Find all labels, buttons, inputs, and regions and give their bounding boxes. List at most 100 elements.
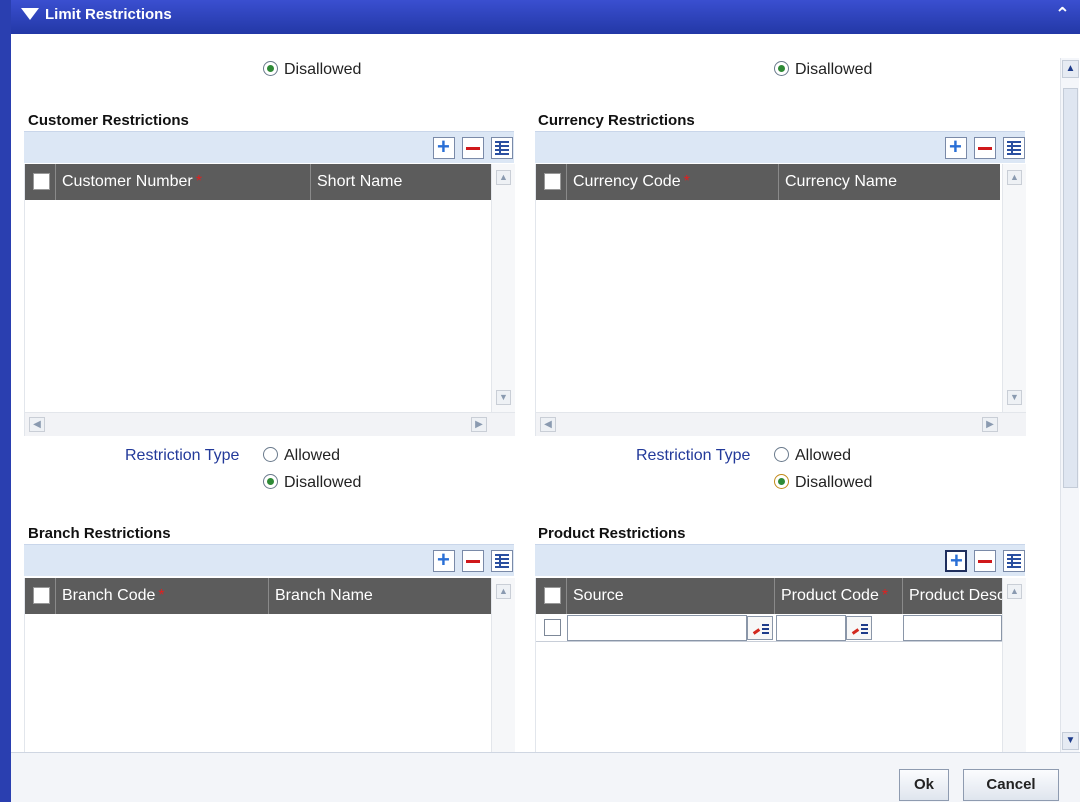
add-row-button[interactable] <box>433 134 455 160</box>
single-view-button[interactable] <box>491 550 513 572</box>
product-code-input[interactable] <box>776 615 846 641</box>
column-label: Branch Code <box>62 587 156 604</box>
column-branch-code[interactable]: Branch Code * <box>55 578 268 614</box>
scroll-right-icon[interactable]: ▶ <box>471 417 487 432</box>
add-row-button[interactable] <box>433 547 455 573</box>
column-currency-name[interactable]: Currency Name <box>778 164 1000 200</box>
window-frame <box>0 0 11 802</box>
grid-vertical-scrollbar[interactable]: ▲ <box>491 578 515 752</box>
branch-toolbar <box>24 544 514 576</box>
customer-grid: Customer Number * Short Name ▲ ▼ ◀ ▶ <box>24 164 515 436</box>
scroll-up-icon[interactable]: ▲ <box>1062 60 1079 78</box>
radio-selected-icon[interactable] <box>774 474 789 489</box>
grid-vertical-scrollbar[interactable]: ▲ <box>1002 578 1026 752</box>
delete-row-button[interactable] <box>974 550 996 572</box>
column-branch-name[interactable]: Branch Name <box>268 578 491 614</box>
grid-vertical-scrollbar[interactable]: ▲ ▼ <box>491 164 515 412</box>
scroll-left-icon[interactable]: ◀ <box>29 417 45 432</box>
select-all-checkbox[interactable] <box>33 173 50 190</box>
table-row <box>536 614 1002 642</box>
column-label: Branch Name <box>275 587 373 604</box>
radio-selected-icon[interactable] <box>263 61 278 76</box>
delete-row-button[interactable] <box>462 550 484 572</box>
grid-horizontal-scrollbar[interactable]: ◀ ▶ <box>25 412 515 436</box>
currency-restrictions-title: Currency Restrictions <box>538 112 695 129</box>
scroll-up-icon[interactable]: ▲ <box>496 584 511 599</box>
radio-unselected-icon[interactable] <box>774 447 789 462</box>
add-row-button[interactable] <box>945 548 967 574</box>
option-label: Disallowed <box>795 474 873 491</box>
grid-header: Source Product Code * Product Desc <box>536 578 1002 614</box>
customer-disallowed-option[interactable]: Disallowed <box>263 474 361 492</box>
column-label: Product Code <box>781 587 879 604</box>
grid-header: Branch Code * Branch Name <box>25 578 491 614</box>
column-label: Source <box>573 587 624 604</box>
required-mark: * <box>195 173 202 190</box>
product-desc-input[interactable] <box>903 615 1002 641</box>
cancel-button[interactable]: Cancel <box>963 769 1059 801</box>
product-restrictions-title: Product Restrictions <box>538 525 686 542</box>
grid-horizontal-scrollbar[interactable]: ◀ ▶ <box>536 412 1026 436</box>
scroll-right-icon[interactable]: ▶ <box>982 417 998 432</box>
customer-restriction-type-label: Restriction Type <box>125 447 240 464</box>
radio-selected-icon[interactable] <box>774 61 789 76</box>
column-currency-code[interactable]: Currency Code * <box>566 164 778 200</box>
option-label: Allowed <box>795 447 852 464</box>
customer-restrictions-title: Customer Restrictions <box>28 112 189 129</box>
required-mark: * <box>683 173 690 190</box>
scroll-up-icon[interactable]: ▲ <box>1007 584 1022 599</box>
top-right-disallowed-option[interactable]: Disallowed <box>774 61 872 79</box>
customer-allowed-option[interactable]: Allowed <box>263 447 340 465</box>
scroll-up-icon[interactable]: ▲ <box>1007 170 1022 185</box>
column-source[interactable]: Source <box>566 578 774 614</box>
customer-toolbar <box>24 131 514 163</box>
column-label: Currency Code <box>573 173 681 190</box>
currency-allowed-option[interactable]: Allowed <box>774 447 851 465</box>
top-left-disallowed-option[interactable]: Disallowed <box>263 61 361 79</box>
row-checkbox[interactable] <box>544 619 561 636</box>
column-product-desc[interactable]: Product Desc <box>902 578 1002 614</box>
product-toolbar <box>535 544 1025 576</box>
title-bar: Limit Restrictions ⌃ <box>11 0 1080 34</box>
currency-grid: Currency Code * Currency Name ▲ ▼ ◀ ▶ <box>535 164 1026 436</box>
collapse-triangle-icon[interactable] <box>21 8 39 20</box>
ok-button[interactable]: Ok <box>899 769 949 801</box>
currency-toolbar <box>535 131 1025 163</box>
grid-header: Currency Code * Currency Name <box>536 164 1000 200</box>
add-row-button[interactable] <box>945 134 967 160</box>
grid-vertical-scrollbar[interactable]: ▲ ▼ <box>1002 164 1026 412</box>
single-view-button[interactable] <box>491 137 513 159</box>
scroll-down-icon[interactable]: ▼ <box>1062 732 1079 750</box>
source-lookup-icon[interactable] <box>747 616 773 640</box>
column-product-code[interactable]: Product Code * <box>774 578 902 614</box>
select-all-checkbox[interactable] <box>544 173 561 190</box>
required-mark: * <box>881 587 889 604</box>
column-short-name[interactable]: Short Name <box>310 164 491 200</box>
product-code-lookup-icon[interactable] <box>846 616 872 640</box>
delete-row-button[interactable] <box>462 137 484 159</box>
scroll-down-icon[interactable]: ▼ <box>496 390 511 405</box>
currency-restriction-type-label: Restriction Type <box>636 447 751 464</box>
option-label: Allowed <box>284 447 341 464</box>
column-customer-number[interactable]: Customer Number * <box>55 164 310 200</box>
select-all-checkbox[interactable] <box>33 587 50 604</box>
radio-selected-icon[interactable] <box>263 474 278 489</box>
page-scrollbar[interactable]: ▲ ▼ <box>1060 58 1079 752</box>
column-label: Currency Name <box>785 173 898 190</box>
dialog-footer: Ok Cancel <box>11 752 1080 802</box>
single-view-button[interactable] <box>1003 137 1025 159</box>
currency-disallowed-option[interactable]: Disallowed <box>774 474 872 492</box>
delete-row-button[interactable] <box>974 137 996 159</box>
single-view-button[interactable] <box>1003 550 1025 572</box>
scroll-down-icon[interactable]: ▼ <box>1007 390 1022 405</box>
scrollbar-thumb[interactable] <box>1063 88 1078 488</box>
product-grid: Source Product Code * Product Desc ▲ <box>535 578 1026 752</box>
chevron-up-icon[interactable]: ⌃ <box>1055 4 1070 25</box>
option-label: Disallowed <box>284 61 362 78</box>
scroll-left-icon[interactable]: ◀ <box>540 417 556 432</box>
radio-unselected-icon[interactable] <box>263 447 278 462</box>
scroll-up-icon[interactable]: ▲ <box>496 170 511 185</box>
select-all-checkbox[interactable] <box>544 587 561 604</box>
source-input[interactable] <box>567 615 747 641</box>
required-mark: * <box>158 587 165 604</box>
